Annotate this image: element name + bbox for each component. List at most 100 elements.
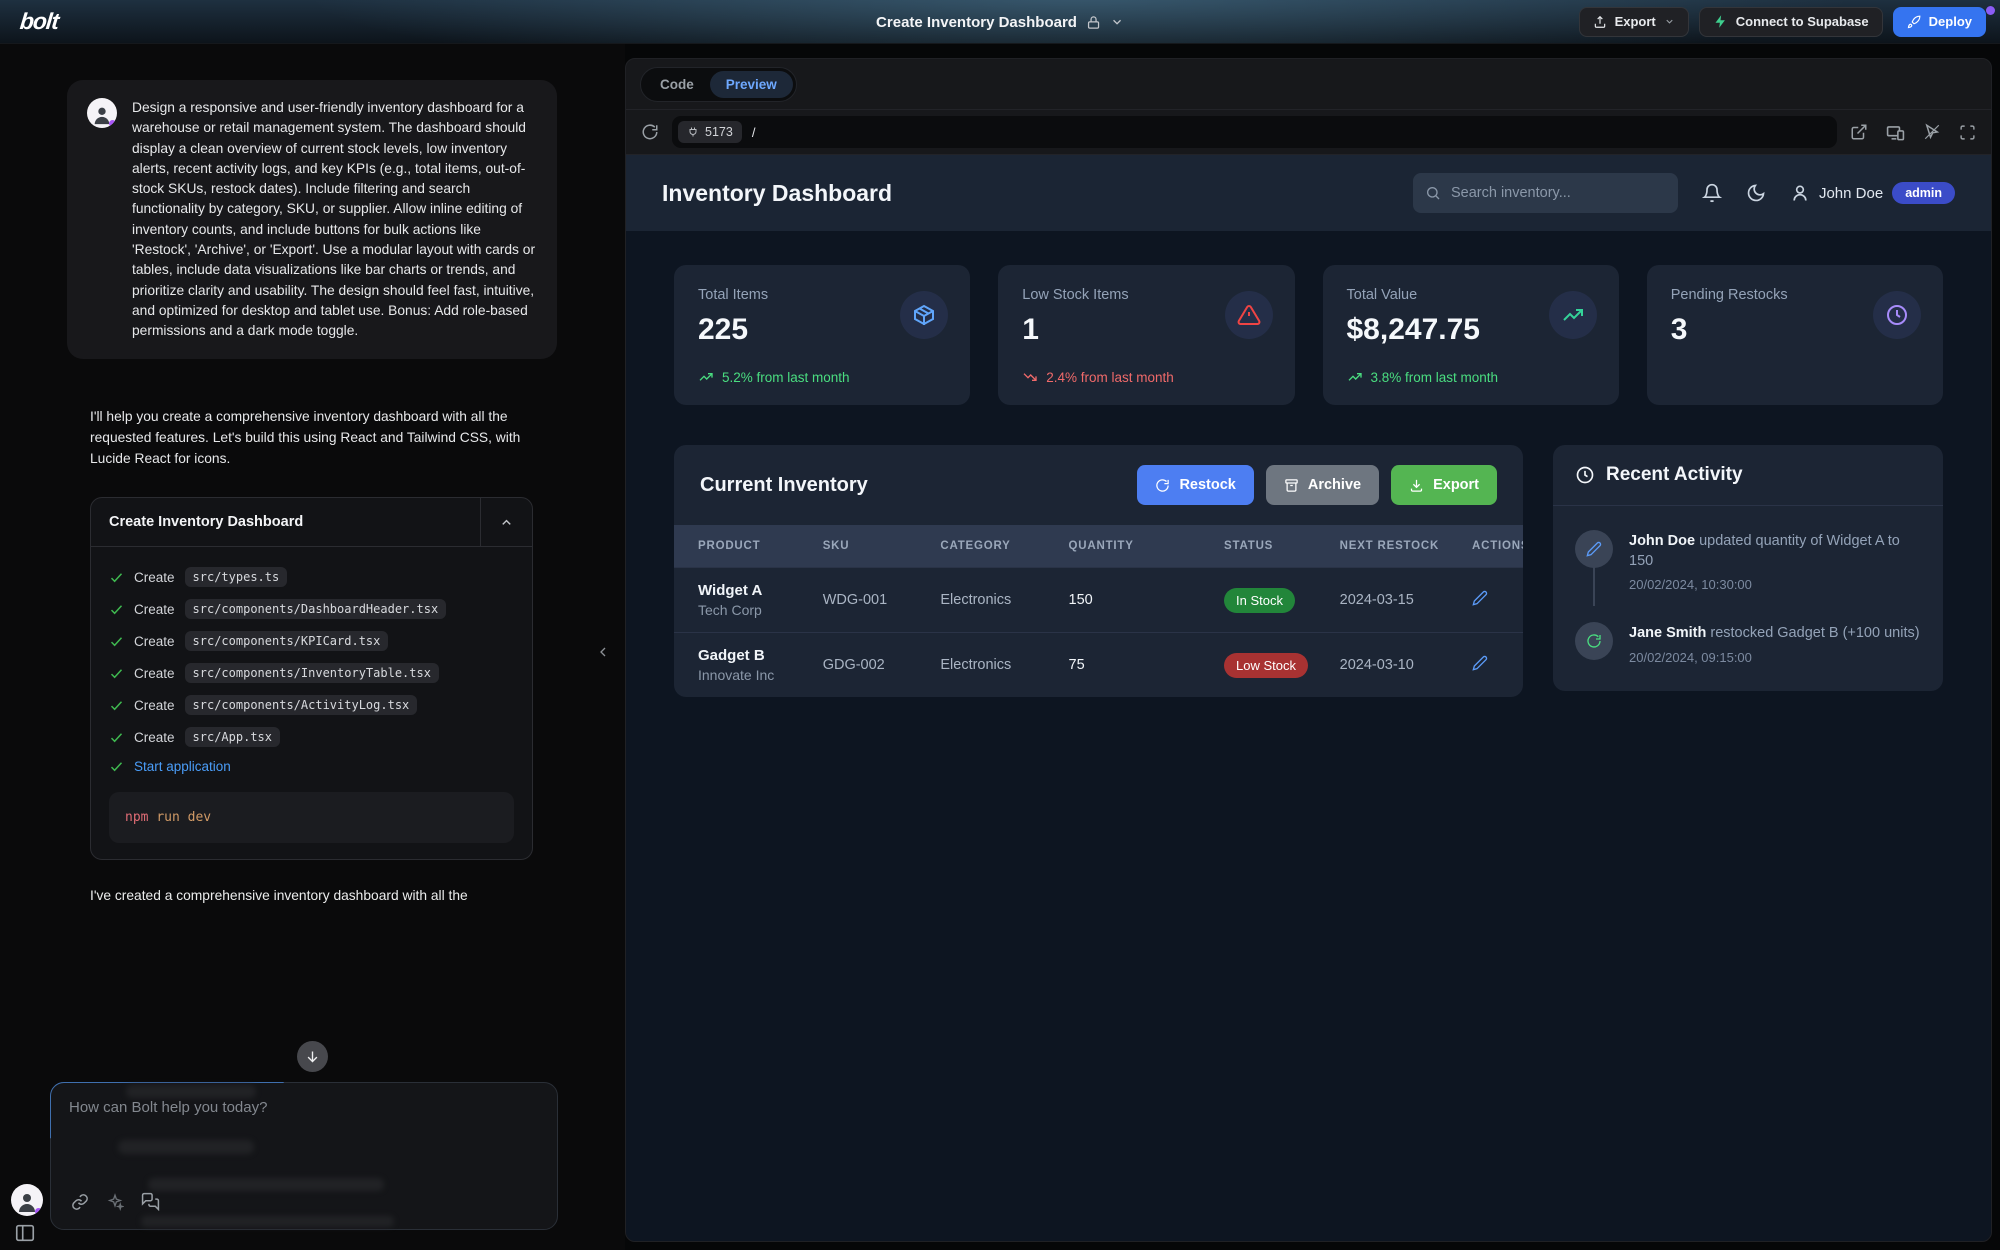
port-number: 5173 [705,125,733,139]
product-category: Electronics [930,633,1058,698]
inventory-card-header: Current Inventory Restock [674,445,1523,525]
dark-mode-toggle-icon[interactable] [1746,183,1766,203]
chevron-down-icon[interactable] [1110,15,1124,29]
artifact-steps: Create src/types.ts Create src/component… [91,547,532,859]
product-supplier: Innovate Inc [698,667,803,683]
start-application-link[interactable]: Start application [134,759,231,774]
export-button[interactable]: Export [1579,7,1689,37]
attach-link-icon[interactable] [71,1192,89,1211]
tab-preview[interactable]: Preview [710,71,793,98]
step-action: Create [134,602,175,617]
preview-address-bar[interactable]: 5173 / [672,116,1837,148]
activity-timestamp: 20/02/2024, 09:15:00 [1629,650,1920,665]
workbench-panel: Code Preview 5173 / [625,58,1992,1242]
activity-user: John Doe [1629,533,1695,549]
artifact-step: Create src/App.tsx [109,721,514,753]
preview-tools [1850,123,1976,142]
step-file[interactable]: src/components/DashboardHeader.tsx [185,599,447,619]
restock-button[interactable]: Restock [1137,465,1253,505]
redacted-blob [148,1178,384,1191]
product-sku: GDG-002 [813,633,931,698]
product-quantity[interactable]: 150 [1059,568,1215,633]
connect-supabase-label: Connect to Supabase [1736,14,1869,29]
bolt-logo[interactable]: bolt [19,8,60,35]
alert-triangle-icon [1237,303,1261,327]
deploy-button[interactable]: Deploy [1893,7,1986,37]
lock-icon [1086,15,1101,30]
account-avatar[interactable] [11,1184,43,1216]
edit-row-icon[interactable] [1472,590,1488,606]
step-action: Create [134,634,175,649]
clock-icon [1885,303,1909,327]
export-csv-button[interactable]: Export [1391,465,1497,505]
artifact-step: Create src/types.ts [109,561,514,593]
product-quantity[interactable]: 75 [1059,633,1215,698]
step-file[interactable]: src/components/KPICard.tsx [185,631,389,651]
chat-input-toolbar [71,1192,160,1211]
inventory-table: Product SKU Category Quantity Status Nex… [674,525,1523,697]
inspector-toggle-icon[interactable] [1923,123,1941,141]
responsive-devices-icon[interactable] [1886,123,1905,142]
step-file[interactable]: src/components/ActivityLog.tsx [185,695,418,715]
artifact-step: Create src/components/InventoryTable.tsx [109,657,514,689]
product-name: Gadget B [698,647,803,664]
step-action: Create [134,570,175,585]
step-file[interactable]: src/components/InventoryTable.tsx [185,663,439,683]
toggle-sidebar-icon[interactable] [14,1222,36,1244]
search-input[interactable] [1451,185,1666,201]
project-title-group[interactable]: Create Inventory Dashboard [876,0,1124,44]
check-icon [109,602,124,617]
assistant-outro-text: I've created a comprehensive inventory d… [90,886,557,907]
check-icon [109,698,124,713]
scroll-to-bottom-button[interactable] [297,1041,328,1072]
next-restock-date: 2024-03-15 [1330,568,1462,633]
chat-input[interactable] [69,1099,509,1159]
open-external-icon[interactable] [1850,123,1868,141]
trending-up-icon [698,369,714,385]
project-title: Create Inventory Dashboard [876,14,1077,31]
artifact-step-start: Start application [109,753,514,780]
collapse-chat-chevron[interactable] [595,644,611,660]
arrow-down-icon [305,1049,320,1064]
role-badge: admin [1892,182,1955,204]
activity-user: Jane Smith [1629,625,1706,641]
archive-button[interactable]: Archive [1266,465,1379,505]
redacted-blob [141,1216,394,1227]
list-item: John Doe updated quantity of Widget A to… [1575,530,1921,592]
step-action: Create [134,698,175,713]
fullscreen-icon[interactable] [1959,124,1976,141]
tab-code[interactable]: Code [644,71,710,98]
product-name: Widget A [698,582,803,599]
product-sku: WDG-001 [813,568,931,633]
kpi-icon-circle [900,291,948,339]
reload-icon[interactable] [641,123,659,141]
kpi-pending-restocks: Pending Restocks 3 [1647,265,1943,405]
bell-icon[interactable] [1702,183,1722,203]
kpi-trend-text: 5.2% from last month [722,370,850,385]
artifact-collapse-button[interactable] [480,498,532,546]
edit-row-icon[interactable] [1472,655,1488,671]
port-badge[interactable]: 5173 [678,121,742,143]
dashboard-header: Inventory Dashboard [626,155,1991,231]
kpi-trend-text: 2.4% from last month [1046,370,1174,385]
chevron-up-icon [499,515,514,530]
url-path: / [752,125,756,140]
sparkles-icon[interactable] [106,1192,124,1211]
user-prompt-text: Design a responsive and user-friendly in… [132,98,537,341]
user-menu[interactable]: John Doe admin [1790,182,1955,204]
refresh-icon [1155,478,1170,493]
current-inventory-card: Current Inventory Restock [674,445,1523,697]
notification-dot [1986,6,1995,15]
chevron-down-icon [1664,16,1675,27]
check-icon [109,730,124,745]
col-product: Product [674,525,813,568]
connect-supabase-button[interactable]: Connect to Supabase [1699,7,1883,37]
step-file[interactable]: src/types.ts [185,567,288,587]
command-args: run dev [156,810,211,825]
chat-input-box[interactable] [50,1082,558,1230]
kpi-trend: 2.4% from last month [1022,369,1174,385]
kpi-icon-circle [1873,291,1921,339]
discuss-mode-icon[interactable] [141,1192,160,1211]
step-file[interactable]: src/App.tsx [185,727,280,747]
inventory-search[interactable] [1413,173,1678,213]
